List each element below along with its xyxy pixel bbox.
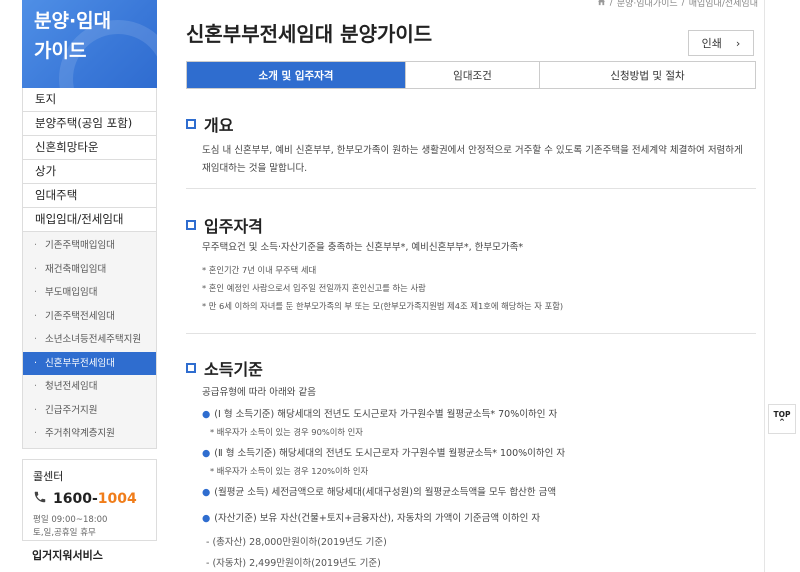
submenu-item[interactable]: 긴급주거지원 [23, 399, 156, 423]
income-heading: 소득기준 [186, 356, 756, 380]
chevron-right-icon: › [735, 36, 741, 50]
sidebar-item-purchase-lease[interactable]: 매입임대/전세임대 [23, 208, 156, 232]
income-item: ● (월평균 소득) 세전금액으로 해당세대(세대구성원)의 월평균소득액을 모두… [202, 487, 557, 498]
eligibility-intro: 무주택요건 및 소득·자산기준을 충족하는 신혼부부*, 예비신혼부부*, 한부… [202, 242, 524, 253]
sidebar-heading: 분양·임대 가이드 [22, 0, 157, 88]
overview-heading: 개요 [186, 112, 756, 136]
income-item: ● (자산기준) 보유 자산(건물+토지+금융자산), 자동차의 가액이 기준금액… [202, 513, 541, 524]
hours-weekday: 평일 09:00~18:00 [33, 514, 108, 525]
divider [186, 188, 756, 189]
overview-section: 개요 도심 내 신혼부부, 예비 신혼부부, 한부모가족이 원하는 생활권에서 … [186, 112, 756, 178]
sidebar-bottom-label[interactable]: 입거지워서비스 [22, 547, 157, 563]
tab-lease-conditions[interactable]: 임대조건 [405, 62, 539, 88]
submenu-item[interactable]: 재건축매입임대 [23, 258, 156, 282]
submenu-item[interactable]: 기존주택전세임대 [23, 305, 156, 329]
sidebar-heading-line1: 분양·임대 [34, 10, 112, 32]
overview-title: 개요 [204, 116, 234, 135]
sidebar-heading-line2: 가이드 [34, 40, 87, 62]
income-title: 소득기준 [204, 360, 263, 379]
callcenter-phone: 1600-1004 [33, 490, 146, 508]
eligibility-bullets: * 혼인기간 7년 이내 무주택 세대 * 혼인 예정인 사람으로서 입주일 전… [202, 261, 756, 315]
sidebar-item-commercial[interactable]: 상가 [23, 160, 156, 184]
income-intro: 공급유형에 따라 아래와 같음 [202, 387, 316, 398]
dot-icon: ● [202, 448, 211, 459]
sidebar-item-land[interactable]: 토지 [23, 88, 156, 112]
left-sidebar: 분양·임대 가이드 토지 분양주택(공임 포함) 신혼희망타운 상가 임대주택 … [22, 0, 157, 572]
list-item: * 혼인기간 7년 이내 무주택 세대 [202, 265, 317, 275]
scrollbar-track [764, 0, 765, 572]
square-bullet-icon [186, 220, 196, 230]
phone-number-highlight: 1004 [97, 490, 137, 507]
phone-icon [33, 490, 47, 508]
page-title: 신혼부부전세임대 분양가이드 [186, 22, 433, 46]
submenu-item[interactable]: 부도매입임대 [23, 281, 156, 305]
breadcrumb: / 분양·임대가이드 / 매입임대/전세임대 [597, 0, 758, 9]
chevron-up-icon: ⌃ [778, 418, 786, 428]
dot-icon: ● [202, 487, 211, 498]
submenu-item[interactable]: 기존주택매입임대 [23, 234, 156, 258]
dot-icon: ● [202, 409, 211, 420]
square-bullet-icon [186, 119, 196, 129]
asset-sub-item: - (자동차) 2,499만원이하(2019년도 기준) [206, 558, 381, 569]
callcenter-title: 콜센터 [33, 469, 64, 483]
sidebar-item-rental-housing[interactable]: 임대주택 [23, 184, 156, 208]
print-label: 인쇄 [701, 37, 722, 50]
tab-application-procedure[interactable]: 신청방법 및 절차 [539, 62, 755, 88]
hours-weekend: 토,일,공휴일 휴무 [33, 527, 96, 538]
square-bullet-icon [186, 363, 196, 373]
income-item: ● (Ⅰ 형 소득기준) 해당세대의 전년도 도시근로자 가구원수별 월평균소득*… [202, 409, 558, 420]
submenu-item[interactable]: 주거취약계층지원 [23, 422, 156, 446]
income-item: ● (Ⅱ 형 소득기준) 해당세대의 전년도 도시근로자 가구원수별 월평균소득*… [202, 448, 566, 459]
print-button[interactable]: 인쇄 › [688, 30, 754, 56]
income-section: 소득기준 공급유형에 따라 아래와 같음 ● (Ⅰ 형 소득기준) 해당세대의 전… [186, 356, 756, 572]
submenu-item[interactable]: 청년전세임대 [23, 375, 156, 399]
dot-icon: ● [202, 513, 211, 524]
sidebar-item-newlywed-town[interactable]: 신혼희망타운 [23, 136, 156, 160]
submenu-item[interactable]: 소년소녀등전세주택지원 [23, 328, 156, 352]
tab-bar: 소개 및 입주자격 임대조건 신청방법 및 절차 [186, 61, 756, 89]
callcenter-hours: 평일 09:00~18:00 토,일,공휴일 휴무 [33, 514, 146, 540]
breadcrumb-item[interactable]: 매입임대/전세임대 [689, 0, 758, 9]
breadcrumb-separator: / [681, 0, 685, 8]
overview-text: 도심 내 신혼부부, 예비 신혼부부, 한부모가족이 원하는 생활권에서 안정적… [202, 145, 743, 174]
eligibility-title: 입주자격 [204, 217, 263, 236]
list-item: * 만 6세 이하의 자녀를 둔 한부모가족의 부 또는 모(한부모가족지원법 … [202, 301, 564, 311]
income-note: * 배우자가 소득이 있는 경우 90%이하 인자 [210, 427, 363, 437]
eligibility-section: 입주자격 무주택요건 및 소득·자산기준을 충족하는 신혼부부*, 예비신혼부부… [186, 213, 756, 315]
income-note: * 배우자가 소득이 있는 경우 120%이하 인자 [210, 466, 369, 476]
eligibility-heading: 입주자격 [186, 213, 756, 237]
sidebar-submenu: 기존주택매입임대 재건축매입임대 부도매입임대 기존주택전세임대 소년소녀등전세… [22, 232, 157, 449]
callcenter-box: 콜센터 1600-1004 평일 09:00~18:00 토,일,공휴일 휴무 [22, 458, 157, 541]
breadcrumb-separator: / [609, 0, 613, 8]
tab-intro-eligibility[interactable]: 소개 및 입주자격 [187, 62, 405, 88]
sidebar-menu: 토지 분양주택(공임 포함) 신혼희망타운 상가 임대주택 매입임대/전세임대 [22, 88, 157, 232]
submenu-item-active[interactable]: 신혼부부전세임대 [23, 351, 156, 375]
divider [186, 333, 756, 334]
list-item: * 혼인 예정인 사람으로서 입주일 전일까지 혼인신고를 하는 사람 [202, 283, 426, 293]
asset-sub-item: - (총자산) 28,000만원이하(2019년도 기준) [206, 537, 387, 548]
breadcrumb-item[interactable]: 분양·임대가이드 [617, 0, 678, 9]
home-icon[interactable] [597, 0, 606, 9]
sidebar-item-sale-housing[interactable]: 분양주택(공임 포함) [23, 112, 156, 136]
scroll-to-top-button[interactable]: TOP ⌃ [768, 404, 796, 434]
phone-number-prefix: 1600- [53, 490, 98, 507]
